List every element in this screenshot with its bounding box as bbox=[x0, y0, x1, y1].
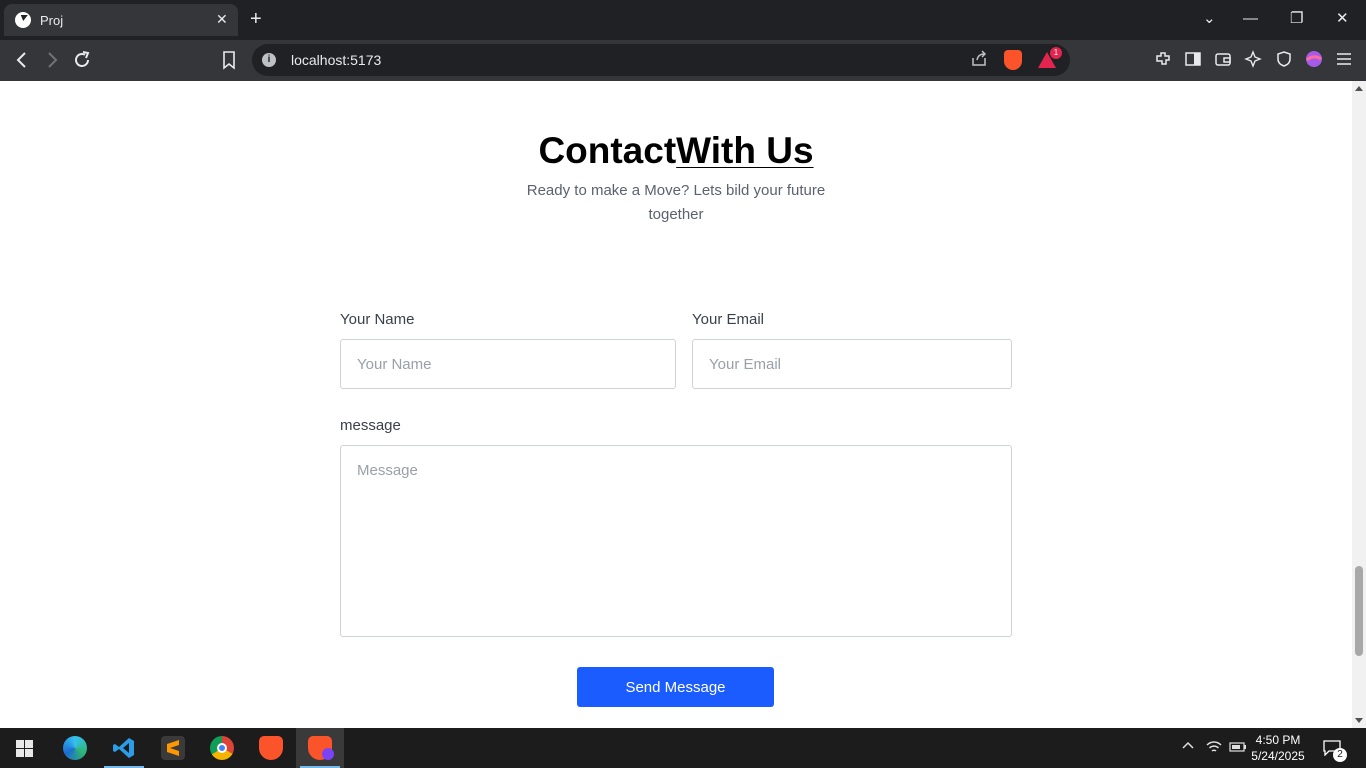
tab-strip: Proj ✕ + ⌄ — ❐ ✕ bbox=[0, 0, 1366, 40]
leo-ai-icon[interactable] bbox=[1244, 50, 1262, 72]
clock-date: 5/24/2025 bbox=[1251, 749, 1305, 763]
reload-icon[interactable] bbox=[72, 50, 92, 74]
tab-title: Proj bbox=[40, 13, 64, 28]
tab-search-chevron-icon[interactable]: ⌄ bbox=[1203, 10, 1216, 28]
vpn-icon[interactable] bbox=[1275, 50, 1293, 72]
title-underlined: With Us bbox=[676, 130, 814, 171]
site-info-icon[interactable]: i bbox=[262, 53, 276, 67]
page-subtitle: Ready to make a Move? Lets bild your fut… bbox=[526, 182, 826, 223]
share-icon[interactable] bbox=[970, 50, 988, 72]
restore-icon[interactable]: ❐ bbox=[1290, 10, 1303, 28]
brave-icon[interactable] bbox=[247, 728, 295, 768]
message-textarea[interactable] bbox=[340, 445, 1012, 637]
brave-shields-icon[interactable] bbox=[1004, 50, 1022, 70]
page-title: ContactWith Us bbox=[0, 129, 1352, 173]
extensions-icon[interactable] bbox=[1154, 50, 1172, 72]
vscode-icon[interactable] bbox=[100, 728, 148, 768]
back-icon[interactable] bbox=[14, 50, 30, 74]
notification-count-badge: 2 bbox=[1333, 748, 1347, 762]
clock-time: 4:50 PM bbox=[1255, 733, 1301, 747]
message-label: message bbox=[340, 417, 401, 434]
show-hidden-icons-chevron-icon[interactable] bbox=[1181, 738, 1195, 756]
scroll-thumb[interactable] bbox=[1355, 566, 1363, 656]
scroll-down-arrow-icon[interactable] bbox=[1355, 718, 1363, 723]
windows-start-icon[interactable] bbox=[16, 740, 33, 757]
page-viewport: ContactWith Us Ready to make a Move? Let… bbox=[0, 81, 1352, 728]
system-clock[interactable]: 4:50 PM 5/24/2025 bbox=[1246, 732, 1310, 764]
edge-icon[interactable] bbox=[51, 728, 99, 768]
title-bold: Contact bbox=[538, 130, 677, 171]
sublime-text-icon[interactable] bbox=[149, 728, 197, 768]
address-bar[interactable]: i localhost:5173 1 bbox=[252, 44, 1070, 76]
scroll-up-arrow-icon[interactable] bbox=[1355, 86, 1363, 91]
chrome-icon[interactable] bbox=[198, 728, 246, 768]
email-label: Your Email bbox=[692, 311, 764, 328]
battery-icon[interactable] bbox=[1229, 740, 1247, 758]
name-input[interactable] bbox=[340, 339, 676, 389]
send-message-button[interactable]: Send Message bbox=[577, 667, 774, 707]
menu-icon[interactable] bbox=[1335, 50, 1353, 72]
brave-nightly-icon[interactable] bbox=[296, 728, 344, 768]
rewards-badge: 1 bbox=[1050, 47, 1062, 59]
close-tab-icon[interactable]: ✕ bbox=[216, 11, 228, 27]
minimize-icon[interactable]: — bbox=[1243, 10, 1258, 28]
bolt-favicon-icon bbox=[15, 12, 31, 28]
forward-icon[interactable] bbox=[44, 50, 60, 74]
new-tab-icon[interactable]: + bbox=[250, 9, 262, 29]
browser-tab[interactable]: Proj ✕ bbox=[4, 4, 238, 36]
wifi-icon[interactable] bbox=[1206, 740, 1222, 758]
page-scrollbar[interactable] bbox=[1352, 81, 1366, 728]
sidebar-icon[interactable] bbox=[1184, 50, 1202, 72]
email-input[interactable] bbox=[692, 339, 1012, 389]
url-text[interactable]: localhost:5173 bbox=[291, 52, 381, 68]
wallet-icon[interactable] bbox=[1214, 50, 1232, 72]
taskbar: 4:50 PM 5/24/2025 2 bbox=[0, 728, 1366, 768]
bookmark-icon[interactable] bbox=[221, 50, 237, 74]
browser-toolbar: i localhost:5173 1 bbox=[0, 40, 1366, 81]
profile-icon[interactable] bbox=[1305, 50, 1323, 72]
name-label: Your Name bbox=[340, 311, 415, 328]
close-window-icon[interactable]: ✕ bbox=[1336, 10, 1349, 28]
